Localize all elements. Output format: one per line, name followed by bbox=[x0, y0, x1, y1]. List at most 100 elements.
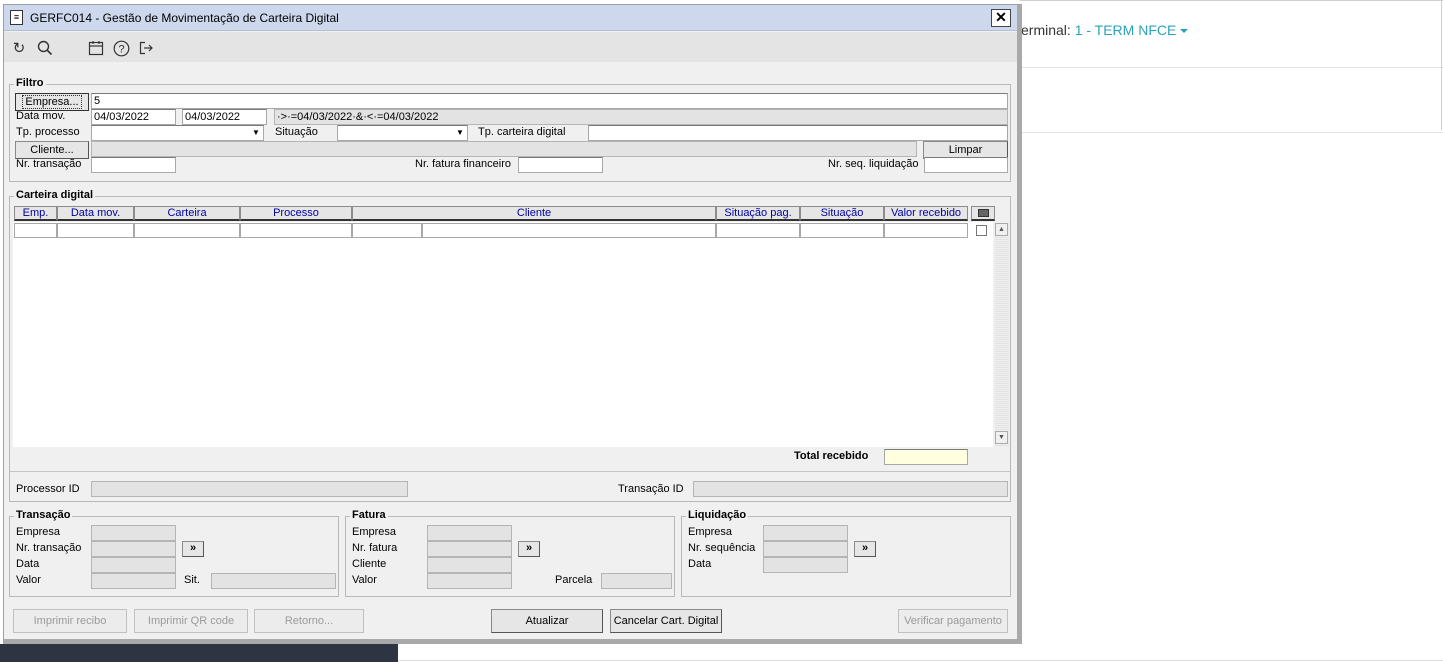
exit-icon[interactable] bbox=[137, 40, 155, 58]
nr-seq-field[interactable] bbox=[924, 157, 1008, 173]
col-processo[interactable]: Processo bbox=[240, 206, 352, 221]
grid-cell[interactable] bbox=[352, 223, 422, 238]
transacao-go-button[interactable]: » bbox=[182, 541, 204, 557]
tp-carteira-label: Tp. carteira digital bbox=[478, 126, 566, 138]
transacao-group: Transação Empresa Nr. transação » Data V… bbox=[9, 509, 339, 597]
grid-cell[interactable] bbox=[716, 223, 800, 238]
liquidacao-nr-field bbox=[763, 541, 848, 557]
chevron-down-icon[interactable]: ▼ bbox=[454, 127, 466, 139]
empresa-button[interactable]: Empresa... bbox=[15, 93, 89, 111]
fatura-nr-field bbox=[427, 541, 512, 557]
tp-carteira-field[interactable] bbox=[588, 125, 1008, 141]
atualizar-button[interactable]: Atualizar bbox=[491, 609, 603, 633]
scroll-up-icon[interactable]: ▲ bbox=[995, 223, 1008, 236]
imprimir-recibo-button[interactable]: Imprimir recibo bbox=[13, 609, 127, 633]
select-all-header[interactable] bbox=[971, 206, 995, 221]
grid-cell[interactable] bbox=[57, 223, 134, 238]
col-emp[interactable]: Emp. bbox=[14, 206, 57, 221]
col-situacao-pag[interactable]: Situação pag. bbox=[716, 206, 800, 221]
svg-text:?: ? bbox=[118, 44, 124, 56]
grid-cell[interactable] bbox=[134, 223, 240, 238]
fatura-empresa-label: Empresa bbox=[352, 526, 397, 538]
liquidacao-go-button[interactable]: » bbox=[854, 541, 876, 557]
fatura-group: Fatura Empresa Nr. fatura » Cliente Valo… bbox=[345, 509, 675, 597]
carteira-grid[interactable] bbox=[13, 222, 993, 447]
verificar-pagamento-button[interactable]: Verificar pagamento bbox=[898, 609, 1008, 633]
tp-processo-select[interactable]: ▼ bbox=[91, 125, 264, 141]
total-recebido-label: Total recebido bbox=[794, 450, 869, 462]
retorno-button[interactable]: Retorno... bbox=[254, 609, 364, 633]
transacao-valor-field bbox=[91, 573, 176, 589]
fatura-title: Fatura bbox=[350, 509, 388, 521]
transacao-data-field bbox=[91, 557, 176, 573]
fatura-go-button[interactable]: » bbox=[518, 541, 540, 557]
refresh-icon[interactable]: ↻ bbox=[10, 40, 28, 58]
background-border bbox=[1441, 0, 1442, 130]
fatura-parcela-label: Parcela bbox=[555, 574, 593, 586]
row-checkbox[interactable] bbox=[976, 225, 987, 236]
chevron-down-icon[interactable]: ▼ bbox=[250, 127, 262, 139]
background-divider-bottom bbox=[398, 660, 1443, 661]
tp-processo-label: Tp. processo bbox=[16, 126, 80, 138]
transacao-data-label: Data bbox=[16, 558, 40, 570]
fatura-parcela-field bbox=[601, 573, 672, 589]
data-mov-to-field[interactable]: 04/03/2022 bbox=[182, 109, 267, 125]
grid-cell[interactable] bbox=[14, 223, 57, 238]
cliente-button[interactable]: Cliente... bbox=[15, 141, 89, 159]
nr-seq-label: Nr. seq. liquidação bbox=[828, 158, 919, 170]
fatura-cliente-label: Cliente bbox=[352, 558, 387, 570]
processor-id-field bbox=[91, 481, 408, 497]
carteira-group: Carteira digital Emp. Data mov. Carteira… bbox=[9, 189, 1011, 502]
liquidacao-data-label: Data bbox=[688, 558, 712, 570]
terminal-label: erminal: bbox=[1021, 22, 1075, 38]
toolbar: ↻ ? bbox=[4, 32, 1017, 62]
transacao-sit-label: Sit. bbox=[184, 574, 200, 586]
caret-down-icon[interactable] bbox=[1180, 29, 1189, 34]
transacao-sit-field bbox=[211, 573, 336, 589]
grid-cell[interactable] bbox=[800, 223, 884, 238]
liquidacao-nr-label: Nr. sequência bbox=[688, 542, 756, 554]
help-icon[interactable]: ? bbox=[112, 40, 130, 58]
col-cliente[interactable]: Cliente bbox=[352, 206, 716, 221]
cliente-field bbox=[91, 141, 917, 157]
search-icon[interactable] bbox=[36, 40, 54, 58]
grid-cell[interactable] bbox=[884, 223, 968, 238]
col-situacao[interactable]: Situação bbox=[800, 206, 884, 221]
transacao-empresa-field bbox=[91, 525, 176, 541]
terminal-value[interactable]: 1 - TERM NFCE bbox=[1075, 22, 1177, 38]
liquidacao-empresa-field bbox=[763, 525, 848, 541]
filtro-group: Filtro Empresa... 5 Data mov. 04/03/2022… bbox=[9, 77, 1011, 182]
transacao-nr-label: Nr. transação bbox=[16, 542, 82, 554]
nr-transacao-label: Nr. transação bbox=[16, 158, 82, 170]
data-mov-from-field[interactable]: 04/03/2022 bbox=[91, 109, 176, 125]
processor-id-label: Processor ID bbox=[16, 483, 80, 495]
imprimir-qr-button[interactable]: Imprimir QR code bbox=[134, 609, 248, 633]
liquidacao-title: Liquidação bbox=[686, 509, 749, 521]
vertical-scrollbar[interactable] bbox=[995, 222, 1009, 447]
background-divider bbox=[1020, 132, 1443, 133]
col-data-mov[interactable]: Data mov. bbox=[57, 206, 134, 221]
grid-cell[interactable] bbox=[422, 223, 716, 238]
cancelar-button[interactable]: Cancelar Cart. Digital bbox=[610, 609, 722, 633]
filtro-title: Filtro bbox=[14, 77, 46, 89]
scroll-down-icon[interactable]: ▼ bbox=[995, 431, 1008, 444]
nr-transacao-field[interactable] bbox=[91, 157, 176, 173]
calendar-icon[interactable] bbox=[87, 40, 105, 58]
terminal-selector[interactable]: erminal: 1 - TERM NFCE bbox=[1021, 22, 1189, 38]
col-carteira[interactable]: Carteira bbox=[134, 206, 240, 221]
fatura-nr-label: Nr. fatura bbox=[352, 542, 398, 554]
fatura-cliente-field bbox=[427, 557, 512, 573]
close-button[interactable]: ✕ bbox=[991, 9, 1011, 27]
col-valor-recebido[interactable]: Valor recebido bbox=[884, 206, 968, 221]
liquidacao-empresa-label: Empresa bbox=[688, 526, 733, 538]
grid-cell[interactable] bbox=[240, 223, 352, 238]
empresa-field[interactable]: 5 bbox=[91, 93, 1008, 109]
transacao-title: Transação bbox=[14, 509, 73, 521]
empresa-button-label: Empresa... bbox=[22, 95, 82, 109]
nr-fatura-field[interactable] bbox=[518, 157, 603, 173]
app-icon: ≡ bbox=[10, 10, 23, 25]
situacao-select[interactable]: ▼ bbox=[337, 125, 468, 141]
situacao-label: Situação bbox=[275, 126, 318, 138]
title-bar[interactable]: ≡ GERFC014 - Gestão de Movimentação de C… bbox=[4, 5, 1017, 31]
data-mov-expression: ·>·=04/03/2022·&·<·=04/03/2022 bbox=[274, 109, 1008, 125]
